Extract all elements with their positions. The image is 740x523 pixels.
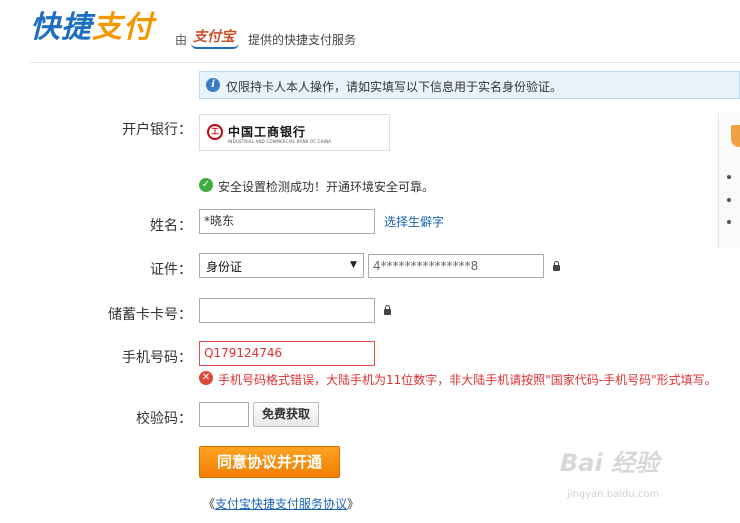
logo-part1: 快捷 (30, 10, 92, 45)
bullet-icon (727, 175, 731, 179)
bank-display: 工 中国工商银行 INDUSTRIAL AND COMMERCIAL BANK … (199, 114, 390, 151)
code-input[interactable] (199, 402, 249, 427)
rare-char-link[interactable]: 选择生僻字 (384, 213, 444, 230)
lock-icon (553, 261, 560, 271)
watermark-text: Bai 经验 (560, 449, 660, 477)
bullet-icon (727, 220, 731, 224)
identity-notice: i 仅限持卡人本人操作，请如实填写以下信息用于实名身份验证。 (199, 71, 740, 99)
name-input[interactable]: *晓东 (199, 209, 375, 234)
alipay-logo: 支付宝 (191, 26, 239, 49)
logo-part2: 支付 (92, 10, 154, 45)
id-type-value: 身份证 (206, 260, 243, 274)
id-type-select[interactable]: 身份证 ▼ (199, 253, 364, 278)
header-divider (30, 62, 740, 63)
name-label: 姓名： (150, 218, 192, 234)
error-icon: ✕ (199, 371, 213, 385)
agreement: 《支付宝快捷支付服务协议》 (203, 495, 359, 512)
bank-name: 中国工商银行 (228, 125, 307, 139)
get-code-button[interactable]: 免费获取 (253, 402, 319, 427)
lock-icon (384, 305, 391, 315)
check-icon: ✓ (199, 178, 213, 192)
icbc-logo-icon: 工 (207, 124, 223, 140)
agreement-open: 《 (203, 497, 216, 511)
watermark-sub: jingyan.baidu.com (567, 489, 660, 500)
card-number-input[interactable] (199, 298, 375, 323)
bank-label: 开户银行： (122, 122, 192, 138)
quickpay-logo: 快捷支付 (30, 8, 154, 48)
phone-error-text: 手机号码格式错误，大陆手机为11位数字，非大陆手机请按照"国家代码-手机号码"形… (218, 373, 717, 387)
id-number-input[interactable]: 4***************8 (368, 254, 544, 278)
info-icon: i (206, 78, 220, 92)
shield-icon (731, 125, 740, 147)
side-panel (718, 113, 740, 249)
phone-label: 手机号码： (122, 350, 192, 366)
card-label: 储蓄卡卡号： (108, 307, 192, 323)
by-text: 由 (175, 33, 188, 47)
notice-text: 仅限持卡人本人操作，请如实填写以下信息用于实名身份验证。 (226, 80, 563, 94)
bullet-icon (727, 198, 731, 202)
code-label: 校验码： (136, 411, 192, 427)
agreement-close: 》 (347, 497, 360, 511)
service-text: 提供的快捷支付服务 (248, 33, 357, 47)
agree-and-open-button[interactable]: 同意协议并开通 (199, 446, 340, 478)
phone-input[interactable]: Q179124746 (199, 341, 375, 366)
caret-down-icon: ▼ (350, 260, 357, 270)
alipay-logo-swoosh (191, 43, 239, 49)
security-success-text: 安全设置检测成功！开通环境安全可靠。 (218, 180, 435, 194)
id-label: 证件： (150, 262, 192, 278)
bank-name-en: INDUSTRIAL AND COMMERCIAL BANK OF CHINA (228, 139, 332, 144)
agreement-link[interactable]: 支付宝快捷支付服务协议 (215, 497, 347, 511)
